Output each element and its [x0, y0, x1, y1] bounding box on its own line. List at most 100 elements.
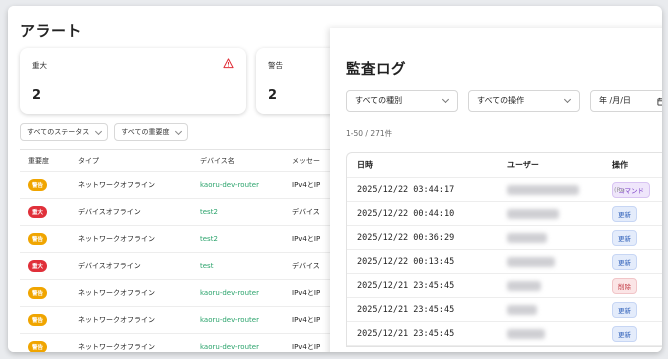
- critical-card-label: 重大: [32, 61, 47, 70]
- redacted-user: [507, 256, 555, 267]
- audit-row[interactable]: 2025/12/21 23:45:45 削除: [347, 274, 662, 298]
- col-datetime[interactable]: 日時: [357, 160, 373, 171]
- device-link[interactable]: kaoru-dev-router: [200, 181, 259, 189]
- critical-card[interactable]: 重大 2: [20, 48, 246, 114]
- alert-row[interactable]: 警告 ネットワークオフライン kaoru-dev-router IPv4とIP: [20, 280, 338, 307]
- datetime-cell: 2025/12/22 00:44:10: [357, 208, 455, 219]
- col-message[interactable]: メッセー: [292, 156, 320, 166]
- datetime-cell: 2025/12/22 03:44:17: [357, 184, 455, 195]
- device-link[interactable]: kaoru-dev-router: [200, 316, 259, 324]
- type-cell: ネットワークオフライン: [78, 181, 155, 189]
- alerts-title: アラート: [20, 22, 83, 40]
- alerts-table: 重要度 タイプ デバイス名 メッセー 警告 ネットワークオフライン kaoru-de…: [20, 149, 338, 352]
- audit-row[interactable]: 2025/12/22 00:44:10 更新: [347, 202, 662, 226]
- redacted-user: [507, 232, 547, 243]
- severity-badge: 重大: [28, 206, 48, 218]
- action-filter-select[interactable]: すべての操作: [468, 90, 580, 112]
- audit-table-header: 日時 ユーザー 操作: [347, 153, 662, 178]
- device-link[interactable]: test: [200, 262, 213, 270]
- message-cell: デバイス: [292, 262, 320, 270]
- chevron-down-icon: [175, 127, 183, 136]
- datetime-cell: 2025/12/21 23:45:45: [357, 328, 455, 339]
- alert-row[interactable]: 警告 ネットワークオフライン kaoru-dev-router IPv4とIP: [20, 172, 338, 199]
- window: アラート 重大 2 警告 2 すべてのステータス すべての重要度 重要度 タイプ…: [8, 6, 662, 352]
- warning-card-value: 2: [268, 88, 278, 103]
- audit-row[interactable]: 2025/12/22 00:13:45 更新: [347, 250, 662, 274]
- warning-card-label: 警告: [268, 61, 283, 70]
- device-link[interactable]: test2: [200, 208, 218, 216]
- type-cell: ネットワークオフライン: [78, 343, 155, 351]
- date-filter-input[interactable]: 年 /月/日: [590, 90, 662, 112]
- operation-badge: 更新: [612, 205, 637, 222]
- datetime-cell: 2025/12/22 00:36:29: [357, 232, 455, 243]
- alert-row[interactable]: 警告 ネットワークオフライン kaoru-dev-router IPv4とIP: [20, 334, 338, 352]
- chevron-down-icon: [441, 95, 450, 104]
- audit-row[interactable]: 2025/12/21 23:45:45 更新: [347, 322, 662, 346]
- redacted-user: [507, 328, 545, 339]
- warning-card[interactable]: 警告 2: [256, 48, 338, 114]
- type-cell: ネットワークオフライン: [78, 289, 155, 297]
- result-count: 1-50 / 271件: [346, 129, 393, 138]
- redacted-user: [507, 184, 579, 195]
- message-cell: IPv4とIP: [292, 343, 321, 351]
- severity-badge: 警告: [28, 287, 48, 299]
- alert-row[interactable]: 警告 ネットワークオフライン test2 IPv4とIP: [20, 226, 338, 253]
- message-cell: IPv4とIP: [292, 181, 321, 189]
- col-user[interactable]: ユーザー: [507, 160, 539, 171]
- operation-badge: 更新: [612, 301, 637, 318]
- alerts-filters: すべてのステータス すべての重要度: [20, 123, 189, 141]
- chevron-down-icon: [95, 127, 103, 136]
- operation-badge: 更新: [612, 325, 637, 342]
- type-cell: デバイスオフライン: [78, 262, 141, 270]
- redacted-user: [507, 208, 559, 219]
- alerts-table-header: 重要度 タイプ デバイス名 メッセー: [20, 150, 338, 172]
- action-filter-label: すべての操作: [477, 96, 525, 105]
- alerts-table-body: 警告 ネットワークオフライン kaoru-dev-router IPv4とIP 重大 デバ…: [20, 172, 338, 352]
- col-operation[interactable]: 操作: [612, 160, 628, 171]
- severity-filter-select[interactable]: すべての重要度: [114, 123, 189, 141]
- datetime-cell: 2025/12/22 00:13:45: [357, 256, 455, 267]
- type-cell: デバイスオフライン: [78, 208, 141, 216]
- device-link[interactable]: kaoru-dev-router: [200, 289, 259, 297]
- message-cell: デバイス: [292, 208, 320, 216]
- operation-badge: 削除: [612, 277, 637, 294]
- message-cell: IPv4とIP: [292, 316, 321, 324]
- type-cell: ネットワークオフライン: [78, 316, 155, 324]
- severity-badge: 警告: [28, 341, 48, 352]
- redacted-user: [507, 304, 537, 315]
- severity-filter-label: すべての重要度: [121, 128, 170, 136]
- alert-row[interactable]: 重大 デバイスオフライン test2 デバイス: [20, 199, 338, 226]
- operation-badge: 更新: [612, 253, 637, 270]
- audit-row[interactable]: 2025/12/22 00:36:29 更新: [347, 226, 662, 250]
- critical-card-value: 2: [32, 88, 42, 103]
- severity-badge: 警告: [28, 314, 48, 326]
- audit-table: 日時 ユーザー 操作 2025/12/22 03:44:17 コマンド (Re 202…: [346, 152, 662, 347]
- datetime-cell: 2025/12/21 23:45:45: [357, 280, 455, 291]
- col-device[interactable]: デバイス名: [200, 156, 235, 166]
- warning-triangle-icon: [223, 58, 234, 69]
- kind-filter-select[interactable]: すべての種別: [346, 90, 458, 112]
- severity-badge: 警告: [28, 233, 48, 245]
- audit-row[interactable]: 2025/12/22 03:44:17 コマンド (Re: [347, 178, 662, 202]
- status-filter-select[interactable]: すべてのステータス: [20, 123, 109, 141]
- kind-filter-label: すべての種別: [355, 96, 403, 105]
- message-cell: IPv4とIP: [292, 235, 321, 243]
- alert-row[interactable]: 重大 デバイスオフライン test デバイス: [20, 253, 338, 280]
- severity-badge: 重大: [28, 260, 48, 272]
- col-type[interactable]: タイプ: [78, 156, 99, 166]
- audit-title: 監査ログ: [346, 62, 406, 78]
- audit-row[interactable]: 2025/12/21 23:45:45 更新: [347, 298, 662, 322]
- operation-badge: 更新: [612, 229, 637, 246]
- calendar-icon[interactable]: [657, 97, 662, 106]
- redacted-user: [507, 280, 541, 291]
- device-link[interactable]: test2: [200, 235, 218, 243]
- message-cell: IPv4とIP: [292, 289, 321, 297]
- operation-extra: (Re: [614, 185, 625, 194]
- audit-table-body: 2025/12/22 03:44:17 コマンド (Re 2025/12/22 00:…: [347, 178, 662, 346]
- alert-row[interactable]: 警告 ネットワークオフライン kaoru-dev-router IPv4とIP: [20, 307, 338, 334]
- date-filter-placeholder: 年 /月/日: [599, 96, 631, 105]
- col-severity[interactable]: 重要度: [28, 156, 49, 166]
- datetime-cell: 2025/12/21 23:45:45: [357, 304, 455, 315]
- device-link[interactable]: kaoru-dev-router: [200, 343, 259, 351]
- type-cell: ネットワークオフライン: [78, 235, 155, 243]
